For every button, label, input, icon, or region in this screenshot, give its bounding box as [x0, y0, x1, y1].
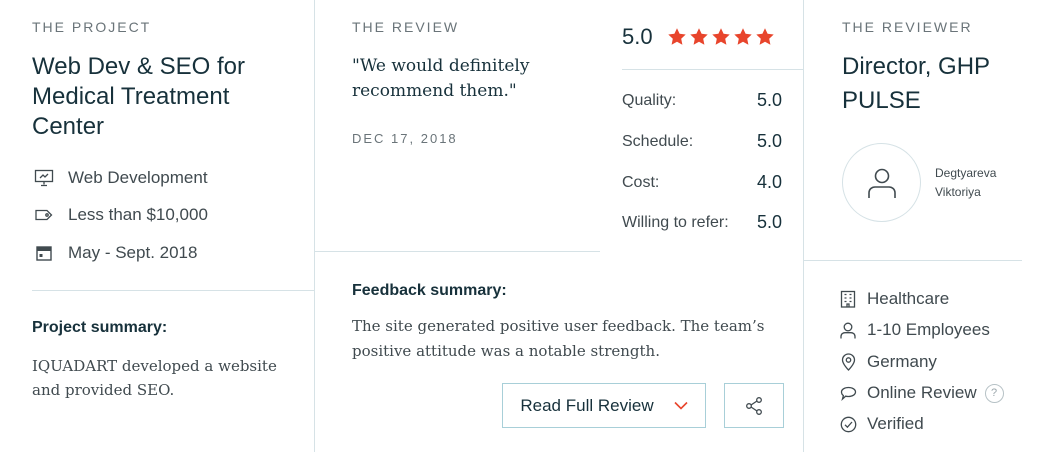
- rating-label: Cost:: [622, 173, 660, 191]
- project-title: Web Dev & SEO for Medical Treatment Cent…: [32, 53, 245, 140]
- reviewer-eyebrow: THE REVIEWER: [842, 19, 973, 35]
- rating-label: Schedule:: [622, 132, 694, 150]
- reviewer-column: THE REVIEWER Director, GHP PULSE Degtyar…: [804, 0, 1056, 452]
- reviewer-industry: Healthcare: [838, 289, 949, 309]
- star-icon: [667, 28, 686, 45]
- rating-label: Quality:: [622, 91, 677, 109]
- project-column: THE PROJECT Web Dev & SEO for Medical Tr…: [0, 0, 314, 452]
- reviewer-location: Germany: [838, 352, 937, 372]
- project-summary-text: IQUADART developed a website and provide…: [32, 357, 277, 399]
- project-dates-label: May - Sept. 2018: [68, 243, 198, 262]
- star-icon: [711, 28, 730, 45]
- project-budget-label: Less than $10,000: [68, 205, 208, 224]
- price-tag-icon: [32, 205, 56, 225]
- reviewer-company-size-label: 1-10 Employees: [867, 320, 990, 339]
- divider: [32, 290, 314, 291]
- calendar-icon: [32, 243, 56, 263]
- reviewer-company-size: 1-10 Employees: [838, 320, 990, 340]
- help-icon[interactable]: ?: [984, 383, 1004, 403]
- rating-row-refer: Willing to refer: 5.0: [622, 212, 782, 233]
- divider: [622, 69, 803, 70]
- divider: [315, 251, 600, 252]
- reviewer-review-type: Online Review ?: [838, 383, 1004, 403]
- rating-value: 5.0: [756, 131, 782, 151]
- chevron-down-icon: [674, 399, 688, 413]
- review-date: DEC 17, 2018: [352, 131, 458, 146]
- reviewer-review-type-label: Online Review: [867, 383, 977, 402]
- review-column: THE REVIEW "We would definitely recommen…: [315, 0, 803, 452]
- chat-bubble-icon: [838, 383, 858, 403]
- avatar: [842, 143, 921, 222]
- read-full-review-button[interactable]: Read Full Review: [502, 383, 706, 428]
- share-icon: [744, 396, 764, 416]
- overall-rating-value: 5.0: [622, 24, 653, 49]
- reviewer-name: Degtyareva Viktoriya: [935, 166, 997, 199]
- user-icon: [838, 320, 858, 340]
- presentation-icon: [32, 168, 56, 188]
- rating-row-quality: Quality: 5.0: [622, 90, 782, 111]
- check-circle-icon: [838, 414, 858, 434]
- rating-value: 5.0: [756, 212, 782, 232]
- star-icon: [755, 28, 774, 45]
- feedback-summary-text: The site generated positive user feedbac…: [352, 317, 765, 360]
- project-service-label: Web Development: [68, 168, 208, 187]
- star-rating: [667, 27, 775, 47]
- rating-value: 5.0: [756, 90, 782, 110]
- divider: [804, 260, 1022, 261]
- project-dates: May - Sept. 2018: [32, 243, 197, 263]
- review-quote: "We would definitely recommend them.": [352, 56, 530, 101]
- read-full-review-label: Read Full Review: [520, 395, 654, 415]
- rating-label: Willing to refer:: [622, 213, 729, 231]
- reviewer-location-label: Germany: [867, 352, 937, 371]
- location-pin-icon: [838, 352, 858, 372]
- overall-rating: 5.0: [622, 24, 775, 50]
- feedback-summary-label: Feedback summary:: [352, 282, 507, 299]
- user-avatar-icon: [865, 166, 899, 200]
- reviewer-title: Director, GHP PULSE: [842, 53, 990, 114]
- star-icon: [689, 28, 708, 45]
- project-summary-label: Project summary:: [32, 319, 168, 336]
- rating-row-cost: Cost: 4.0: [622, 172, 782, 193]
- project-service: Web Development: [32, 168, 208, 188]
- rating-row-schedule: Schedule: 5.0: [622, 131, 782, 152]
- share-button[interactable]: [724, 383, 784, 428]
- review-eyebrow: THE REVIEW: [352, 19, 460, 35]
- reviewer-verified-label: Verified: [867, 414, 924, 433]
- rating-value: 4.0: [756, 172, 782, 192]
- star-icon: [733, 28, 752, 45]
- reviewer-industry-label: Healthcare: [867, 289, 950, 308]
- project-eyebrow: THE PROJECT: [32, 19, 152, 35]
- project-budget: Less than $10,000: [32, 205, 208, 225]
- building-icon: [838, 289, 858, 309]
- reviewer-verified: Verified: [838, 414, 924, 434]
